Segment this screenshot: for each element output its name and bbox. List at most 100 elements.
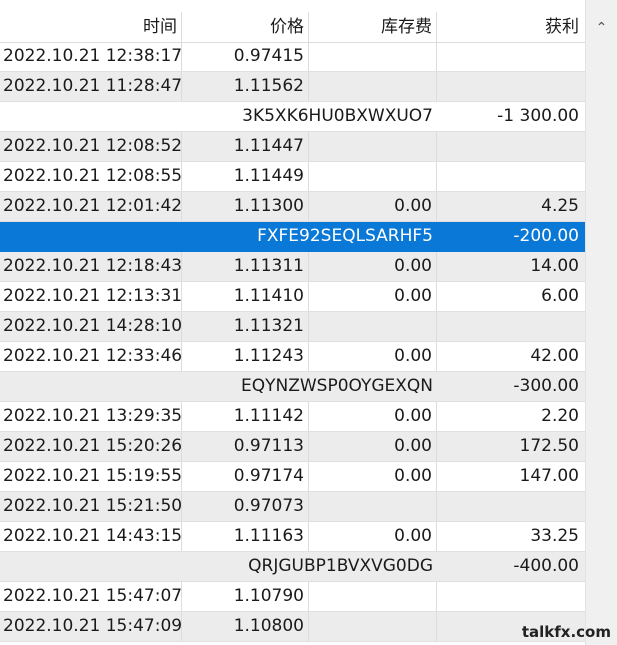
cell-time: 2022.10.21 15:20:26	[0, 432, 182, 461]
vertical-scrollbar[interactable]: ⌃	[585, 0, 617, 645]
cell-swap: 0.00	[309, 432, 437, 461]
cell-profit	[437, 132, 585, 161]
cell-swap: 0.00	[309, 282, 437, 311]
table-row[interactable]: 2022.10.21 12:18:43 1.11311 0.00 14.00	[0, 252, 585, 282]
cell-swap	[309, 582, 437, 611]
cell-price: 0.97113	[182, 432, 309, 461]
chevron-up-icon[interactable]: ⌃	[586, 14, 617, 42]
cell-profit: -1 300.00	[497, 106, 579, 126]
cell-swap	[309, 72, 437, 101]
table-row[interactable]: 2022.10.21 15:19:55 0.97174 0.00 147.00	[0, 462, 585, 492]
table-row[interactable]: 2022.10.21 15:20:26 0.97113 0.00 172.50	[0, 432, 585, 462]
group-summary-row[interactable]: 3K5XK6HU0BXWXUO7 -1 300.00	[0, 102, 585, 132]
table-row[interactable]: 2022.10.21 12:13:31 1.11410 0.00 6.00	[0, 282, 585, 312]
cell-profit: 14.00	[530, 256, 579, 276]
order-group-id: FXFE92SEQLSARHF5	[257, 226, 433, 246]
cell-swap: 0.00	[309, 462, 437, 491]
cell-price: 0.97415	[182, 42, 309, 71]
cell-swap: 0.00	[309, 192, 437, 221]
cell-price: 1.11321	[182, 312, 309, 341]
cell-price: 0.97174	[182, 462, 309, 491]
cell-profit: -200.00	[513, 226, 579, 246]
cell-profit	[437, 162, 585, 191]
cell-price: 1.10790	[182, 582, 309, 611]
cell-swap: 0.00	[309, 402, 437, 431]
cell-price: 0.97073	[182, 492, 309, 521]
cell-swap: 0.00	[309, 342, 437, 371]
table-row[interactable]: 2022.10.21 12:38:17 0.97415	[0, 42, 585, 72]
table-row[interactable]: 2022.10.21 15:47:07 1.10790	[0, 582, 585, 612]
cell-price: 1.10800	[182, 612, 309, 641]
cell-time: 2022.10.21 12:33:46	[0, 342, 182, 371]
column-header-time[interactable]: 时间	[0, 12, 182, 42]
group-summary-row[interactable]: QRJGUBP1BVXVG0DG -400.00	[0, 552, 585, 582]
cell-time: 2022.10.21 12:08:52	[0, 132, 182, 161]
cell-time: 2022.10.21 11:28:47	[0, 72, 182, 101]
cell-profit: 2.20	[541, 406, 579, 426]
cell-profit	[437, 492, 585, 521]
group-summary-row[interactable]: FXFE92SEQLSARHF5 -200.00	[0, 222, 585, 252]
cell-profit: 4.25	[541, 196, 579, 216]
order-group-id: QRJGUBP1BVXVG0DG	[248, 556, 433, 576]
cell-swap	[309, 492, 437, 521]
cell-profit: 172.50	[519, 436, 579, 456]
table-row[interactable]: 2022.10.21 12:33:46 1.11243 0.00 42.00	[0, 342, 585, 372]
cell-profit: 33.25	[530, 526, 579, 546]
order-group-id: 3K5XK6HU0BXWXUO7	[242, 106, 433, 126]
cell-swap: 0.00	[309, 252, 437, 281]
table-row[interactable]: 2022.10.21 12:01:42 1.11300 0.00 4.25	[0, 192, 585, 222]
cell-time: 2022.10.21 12:01:42	[0, 192, 182, 221]
cell-profit: -400.00	[513, 556, 579, 576]
table-row[interactable]: 2022.10.21 15:47:09 1.10800	[0, 612, 585, 642]
watermark: talkfx.com	[521, 623, 611, 641]
column-header-price[interactable]: 价格	[182, 12, 309, 42]
cell-price: 1.11410	[182, 282, 309, 311]
group-summary-row[interactable]: EQYNZWSP0OYGEXQN -300.00	[0, 372, 585, 402]
cell-price: 1.11311	[182, 252, 309, 281]
table-header: 时间 价格 库存费 获利	[0, 12, 585, 43]
cell-time: 2022.10.21 14:43:15	[0, 522, 182, 551]
cell-time: 2022.10.21 15:19:55	[0, 462, 182, 491]
table-row[interactable]: 2022.10.21 13:29:35 1.11142 0.00 2.20	[0, 402, 585, 432]
cell-time: 2022.10.21 12:13:31	[0, 282, 182, 311]
cell-time: 2022.10.21 12:18:43	[0, 252, 182, 281]
cell-swap	[309, 612, 437, 641]
cell-time: 2022.10.21 14:28:10	[0, 312, 182, 341]
column-header-swap[interactable]: 库存费	[309, 12, 437, 42]
cell-time: 2022.10.21 15:21:50	[0, 492, 182, 521]
table-row[interactable]: 2022.10.21 11:28:47 1.11562	[0, 72, 585, 102]
cell-price: 1.11163	[182, 522, 309, 551]
cell-profit: -300.00	[513, 376, 579, 396]
cell-price: 1.11243	[182, 342, 309, 371]
cell-price: 1.11447	[182, 132, 309, 161]
cell-time: 2022.10.21 12:38:17	[0, 42, 182, 71]
table-body: 2022.10.21 12:38:17 0.97415 2022.10.21 11:…	[0, 42, 585, 642]
cell-swap	[309, 162, 437, 191]
cell-profit: 147.00	[519, 466, 579, 486]
table-row[interactable]: 2022.10.21 14:28:10 1.11321	[0, 312, 585, 342]
order-group-id: EQYNZWSP0OYGEXQN	[240, 376, 433, 396]
cell-time: 2022.10.21 12:08:55	[0, 162, 182, 191]
cell-profit: 6.00	[541, 286, 579, 306]
table-row[interactable]: 2022.10.21 12:08:55 1.11449	[0, 162, 585, 192]
cell-price: 1.11300	[182, 192, 309, 221]
cell-profit	[437, 312, 585, 341]
cell-time: 2022.10.21 13:29:35	[0, 402, 182, 431]
cell-swap	[309, 42, 437, 71]
cell-swap	[309, 312, 437, 341]
cell-price: 1.11562	[182, 72, 309, 101]
cell-profit: 42.00	[530, 346, 579, 366]
cell-profit	[437, 582, 585, 611]
cell-profit	[437, 42, 585, 71]
cell-time: 2022.10.21 15:47:09	[0, 612, 182, 641]
table-row[interactable]: 2022.10.21 14:43:15 1.11163 0.00 33.25	[0, 522, 585, 552]
cell-time: 2022.10.21 15:47:07	[0, 582, 182, 611]
column-header-profit[interactable]: 获利	[437, 12, 585, 42]
cell-price: 1.11449	[182, 162, 309, 191]
cell-profit	[437, 72, 585, 101]
table-row[interactable]: 2022.10.21 12:08:52 1.11447	[0, 132, 585, 162]
table-row[interactable]: 2022.10.21 15:21:50 0.97073	[0, 492, 585, 522]
cell-swap	[309, 132, 437, 161]
cell-price: 1.11142	[182, 402, 309, 431]
cell-swap: 0.00	[309, 522, 437, 551]
